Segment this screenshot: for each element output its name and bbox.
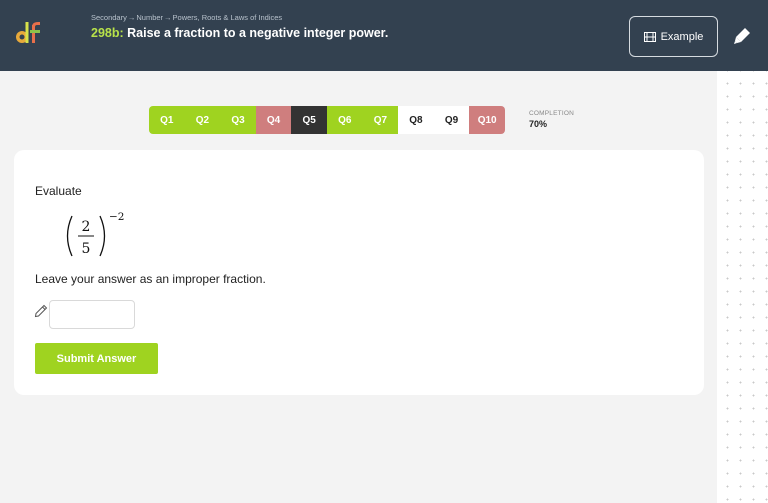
question-tab-q4[interactable]: Q4: [255, 106, 292, 134]
question-tab-q6[interactable]: Q6: [326, 106, 363, 134]
question-tab-q1[interactable]: Q1: [149, 106, 185, 134]
exponent: −2: [109, 211, 124, 223]
breadcrumb-item-topic[interactable]: Number: [136, 13, 163, 22]
question-navigator: Q1 Q2 Q3 Q4 Q5 Q6 Q7 Q8 Q9 Q10: [149, 106, 505, 134]
completion-indicator: COMPLETION 70%: [529, 110, 574, 129]
question-tab-q5[interactable]: Q5: [291, 106, 327, 134]
example-button[interactable]: Example: [629, 16, 718, 57]
completion-label: COMPLETION: [529, 110, 574, 117]
question-tab-q2[interactable]: Q2: [184, 106, 221, 134]
example-label: Example: [660, 30, 704, 43]
breadcrumb-separator: →: [164, 13, 172, 22]
question-tab-q7[interactable]: Q7: [362, 106, 399, 134]
question-tab-q3[interactable]: Q3: [220, 106, 256, 134]
breadcrumb-separator: →: [127, 13, 136, 22]
submit-answer-button[interactable]: Submit Answer: [35, 343, 158, 374]
dotted-side-panel: [717, 71, 768, 503]
answer-instruction: Leave your answer as an improper fractio…: [35, 272, 266, 286]
skill-code: 298b:: [91, 26, 124, 40]
skill-title: Raise a fraction to a negative integer p…: [127, 26, 389, 40]
fraction-numerator: 2: [82, 219, 91, 235]
question-tab-q9[interactable]: Q9: [433, 106, 470, 134]
fraction-expression: 2 5 −2: [66, 211, 124, 257]
film-icon: [643, 31, 656, 42]
top-header: Secondary→Number→Powers, Roots & Laws of…: [0, 0, 768, 71]
df-logo[interactable]: [15, 19, 45, 45]
question-tab-q8[interactable]: Q8: [398, 106, 434, 134]
question-card: Evaluate 2 5 −2 Leave your answer as an …: [14, 150, 704, 395]
page-title: 298b: Raise a fraction to a negative int…: [91, 26, 388, 40]
completion-value: 70%: [529, 119, 548, 129]
breadcrumb-item-level[interactable]: Secondary: [91, 13, 127, 22]
question-prompt: Evaluate: [35, 184, 82, 198]
fraction-denominator: 5: [82, 241, 91, 257]
answer-input[interactable]: [49, 300, 135, 329]
breadcrumb-item-subtopic[interactable]: Powers, Roots & Laws of Indices: [173, 13, 283, 22]
question-tab-q10[interactable]: Q10: [469, 106, 505, 134]
pencil-icon: [34, 304, 48, 318]
breadcrumb: Secondary→Number→Powers, Roots & Laws of…: [91, 13, 282, 22]
marker-pen-icon[interactable]: [732, 26, 752, 46]
